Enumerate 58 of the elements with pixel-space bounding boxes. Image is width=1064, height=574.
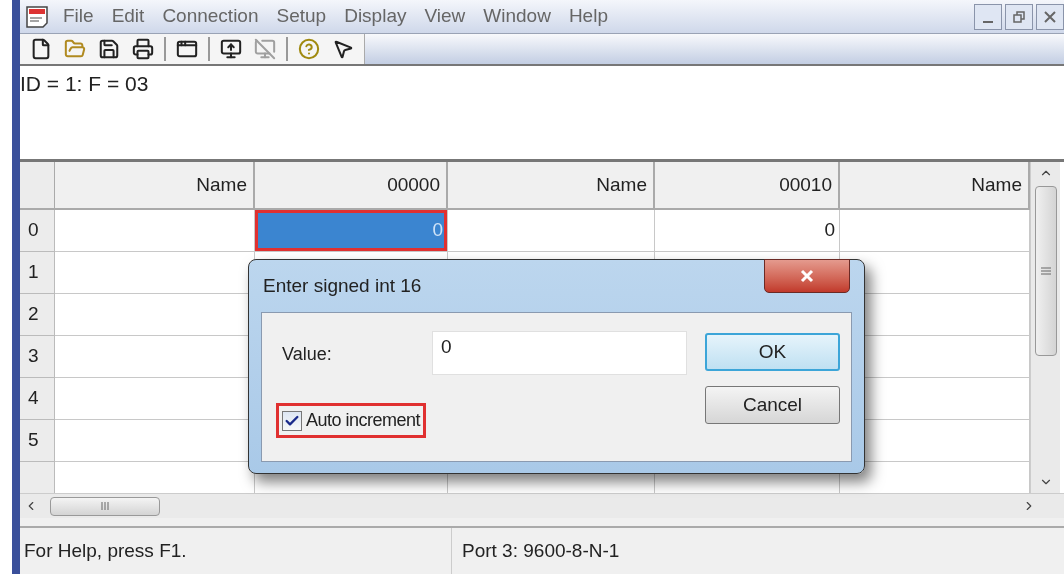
window-icon bbox=[176, 38, 198, 60]
help-button[interactable] bbox=[296, 36, 322, 62]
grip-icon bbox=[1040, 267, 1051, 275]
close-icon bbox=[1044, 10, 1056, 23]
close-button[interactable] bbox=[764, 259, 850, 293]
menu-item[interactable]: Setup bbox=[267, 2, 336, 31]
vertical-scrollbar[interactable] bbox=[1030, 162, 1060, 493]
info-line: ID = 1: F = 03 bbox=[20, 72, 149, 95]
table-cell[interactable] bbox=[448, 210, 655, 252]
minimize-button[interactable] bbox=[974, 3, 1002, 30]
document-icon bbox=[30, 38, 52, 60]
column-header[interactable]: Name bbox=[448, 162, 655, 210]
dialog-title: Enter signed int 16 bbox=[262, 273, 422, 298]
row-header[interactable]: 3 bbox=[20, 336, 55, 378]
row-header[interactable]: 5 bbox=[20, 420, 55, 462]
table-cell[interactable]: 0 bbox=[655, 210, 840, 252]
menu-item[interactable]: Help bbox=[559, 2, 617, 31]
value-field[interactable]: 0 bbox=[432, 331, 687, 375]
menu-item[interactable]: View bbox=[415, 2, 475, 31]
column-header[interactable]: Name bbox=[55, 162, 255, 210]
close-icon bbox=[800, 269, 814, 283]
restore-icon bbox=[1013, 10, 1025, 23]
corner-header bbox=[20, 162, 55, 210]
row-header[interactable]: 2 bbox=[20, 294, 55, 336]
close-button[interactable] bbox=[1036, 3, 1064, 30]
column-header[interactable]: 00010 bbox=[655, 162, 840, 210]
monitor-icon bbox=[220, 38, 242, 60]
auto-increment-checkbox[interactable]: Auto increment bbox=[276, 403, 427, 438]
minimize-icon bbox=[983, 20, 993, 23]
printer-button[interactable] bbox=[130, 36, 156, 62]
dialog-button[interactable]: OK bbox=[705, 333, 840, 371]
help-icon bbox=[298, 38, 320, 60]
horizontal-scrollbar[interactable] bbox=[20, 493, 1064, 518]
status-text: Port 3: 9600-8-N-1 bbox=[461, 538, 620, 563]
checkbox[interactable] bbox=[282, 410, 302, 431]
app-logo-icon bbox=[24, 3, 50, 30]
menu-item[interactable]: Display bbox=[335, 2, 416, 31]
scroll-thumb[interactable] bbox=[1034, 186, 1057, 356]
menu-item[interactable]: Connection bbox=[153, 2, 268, 31]
scroll-thumb[interactable] bbox=[50, 496, 160, 516]
status-text: For Help, press F1. bbox=[20, 528, 452, 574]
row-header[interactable]: 0 bbox=[20, 210, 55, 252]
pointer-icon bbox=[332, 38, 354, 60]
printer-icon bbox=[132, 38, 154, 60]
monitor-icon bbox=[254, 38, 276, 60]
value-label: Value: bbox=[282, 343, 333, 366]
menu-item[interactable]: Edit bbox=[102, 2, 154, 31]
column-header[interactable]: 00000 bbox=[255, 162, 448, 210]
menu-item[interactable]: Window bbox=[474, 2, 560, 31]
row-header[interactable]: 1 bbox=[20, 252, 55, 294]
table-cell[interactable] bbox=[55, 210, 255, 252]
column-header[interactable]: Name bbox=[840, 162, 1030, 210]
menu-item[interactable]: File bbox=[54, 2, 103, 31]
dialog-button[interactable]: Cancel bbox=[705, 386, 840, 424]
grip-icon bbox=[101, 502, 109, 510]
restore-button[interactable] bbox=[1005, 3, 1033, 30]
row-header[interactable]: 4 bbox=[20, 378, 55, 420]
folder-icon bbox=[64, 38, 86, 60]
